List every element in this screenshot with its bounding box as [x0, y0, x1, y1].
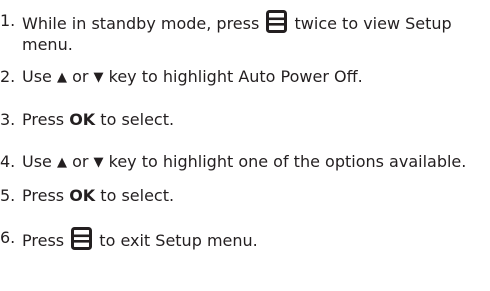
- down-arrow-icon: ▼: [93, 70, 104, 85]
- step-number: 2.: [0, 67, 16, 86]
- up-arrow-icon: ▲: [56, 155, 67, 170]
- step-text: to exit Setup menu.: [99, 231, 258, 250]
- step-text: key to highlight one of the options avai…: [108, 152, 467, 171]
- step-number: 3.: [0, 110, 16, 129]
- step-text: While in standby mode, press: [22, 14, 260, 33]
- step-text: Use: [22, 152, 52, 171]
- step-number: 6.: [0, 228, 16, 247]
- step-text: key to highlight Auto Power Off.: [108, 67, 363, 86]
- step-text: to select.: [100, 186, 175, 205]
- menu-icon: [266, 10, 288, 33]
- step-number: 1.: [0, 11, 16, 30]
- step-number: 4.: [0, 152, 16, 171]
- up-arrow-icon: ▲: [56, 70, 67, 85]
- instruction-steps: 1. While in standby mode, press twice to…: [0, 10, 490, 251]
- menu-icon: [71, 227, 93, 250]
- step-2: 2. Use ▲ or ▼ key to highlight Auto Powe…: [0, 66, 490, 88]
- ok-key-label: OK: [69, 186, 96, 205]
- step-5: 5. Press OK to select.: [0, 185, 490, 206]
- step-text: Press: [22, 110, 65, 129]
- step-1: 1. While in standby mode, press twice to…: [0, 10, 490, 55]
- step-4: 4. Use ▲ or ▼ key to highlight one of th…: [0, 151, 490, 173]
- down-arrow-icon: ▼: [93, 155, 104, 170]
- step-6: 6. Press to exit Setup menu.: [0, 227, 490, 251]
- step-3: 3. Press OK to select.: [0, 109, 490, 130]
- step-text: Press: [22, 186, 65, 205]
- ok-key-label: OK: [69, 110, 96, 129]
- step-text: to select.: [100, 110, 175, 129]
- step-text: or: [72, 152, 89, 171]
- step-text: Press: [22, 231, 65, 250]
- step-text: Use: [22, 67, 52, 86]
- step-text: or: [72, 67, 89, 86]
- step-number: 5.: [0, 186, 16, 205]
